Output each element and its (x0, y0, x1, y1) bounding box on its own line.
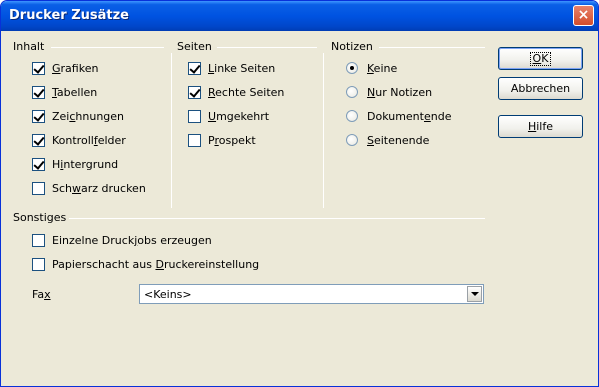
option-label: Zeichnungen (52, 109, 125, 123)
option-label: Seitenende (367, 133, 430, 147)
checkbox-icon[interactable] (32, 233, 45, 247)
ok-button[interactable]: OK (498, 47, 583, 70)
option-label: Keine (367, 61, 398, 75)
fax-label: Fax (32, 288, 51, 301)
sonstiges-group-line (69, 218, 485, 219)
dialog-body: Inhalt Grafiken Tabellen Zeichnungen Kontro… (4, 31, 596, 385)
close-button[interactable]: × (573, 5, 594, 26)
option-label: Kontrollfelder (52, 133, 126, 147)
option-label: Grafiken (52, 61, 99, 75)
option-label: Schwarz drucken (52, 181, 146, 195)
inhalt-option[interactable]: Kontrollfelder (32, 132, 126, 148)
checkbox-icon[interactable] (32, 181, 45, 195)
inhalt-option[interactable]: Tabellen (32, 84, 97, 100)
checkbox-icon[interactable] (188, 109, 201, 123)
checkbox-icon[interactable] (32, 61, 45, 75)
seiten-option[interactable]: Rechte Seiten (188, 84, 284, 100)
title-bar: Drucker Zusätze × (1, 1, 598, 31)
inhalt-option[interactable]: Zeichnungen (32, 108, 124, 124)
option-label: Nur Notizen (367, 85, 433, 99)
seiten-option[interactable]: Umgekehrt (188, 108, 269, 124)
checkbox-icon[interactable] (32, 109, 45, 123)
help-button[interactable]: Hilfe (498, 115, 583, 138)
checkbox-icon[interactable] (32, 133, 45, 147)
inhalt-group-label: Inhalt (13, 40, 48, 53)
checkbox-icon[interactable] (32, 257, 45, 271)
notizen-group-label: Notizen (331, 40, 376, 53)
checkbox-icon[interactable] (188, 133, 201, 147)
checkbox-icon[interactable] (188, 61, 201, 75)
seiten-option[interactable]: Linke Seiten (188, 60, 275, 76)
inhalt-option[interactable]: Grafiken (32, 60, 98, 76)
cancel-button-label: Abbrechen (510, 82, 571, 95)
option-label: Hintergrund (52, 157, 119, 171)
dialog-window: Drucker Zusätze × Inhalt Grafiken Tabelle… (0, 0, 599, 387)
radio-icon[interactable] (346, 86, 358, 98)
checkbox-icon[interactable] (32, 157, 45, 171)
sonstiges-option[interactable]: Einzelne Druckjobs erzeugen (32, 232, 212, 248)
notizen-option[interactable]: Keine (346, 60, 397, 76)
notizen-option[interactable]: Nur Notizen (346, 84, 432, 100)
dialog-title: Drucker Zusätze (9, 8, 130, 23)
notizen-option[interactable]: Seitenende (346, 132, 429, 148)
fax-select-value: <Keins> (144, 287, 192, 301)
seiten-option[interactable]: Prospekt (188, 132, 256, 148)
checkbox-icon[interactable] (188, 85, 201, 99)
option-label: Dokumentende (367, 109, 452, 123)
radio-icon[interactable] (346, 134, 358, 146)
separator-seiten-notizen (323, 53, 324, 208)
chevron-down-icon[interactable] (467, 286, 482, 302)
fax-select[interactable]: <Keins> (139, 284, 484, 304)
close-icon: × (577, 7, 590, 23)
cancel-button[interactable]: Abbrechen (498, 77, 583, 100)
option-label: Rechte Seiten (208, 85, 285, 99)
option-label: Umgekehrt (208, 109, 270, 123)
inhalt-option[interactable]: Hintergrund (32, 156, 118, 172)
option-label: Einzelne Druckjobs erzeugen (52, 233, 212, 247)
notizen-group-line (379, 47, 485, 48)
radio-icon[interactable] (346, 62, 358, 74)
separator-inhalt-seiten (171, 53, 172, 208)
inhalt-option[interactable]: Schwarz drucken (32, 180, 146, 196)
option-label: Prospekt (208, 133, 256, 147)
inhalt-group-line (51, 47, 164, 48)
sonstiges-option[interactable]: Papierschacht aus Druckereinstellung (32, 256, 259, 272)
sonstiges-group-label: Sonstiges (13, 211, 70, 224)
radio-icon[interactable] (346, 110, 358, 122)
option-label: Papierschacht aus Druckereinstellung (52, 257, 260, 271)
seiten-group-label: Seiten (177, 40, 215, 53)
notizen-option[interactable]: Dokumentende (346, 108, 452, 124)
option-label: Tabellen (52, 85, 98, 99)
seiten-group-line (217, 47, 317, 48)
checkbox-icon[interactable] (32, 85, 45, 99)
option-label: Linke Seiten (208, 61, 276, 75)
